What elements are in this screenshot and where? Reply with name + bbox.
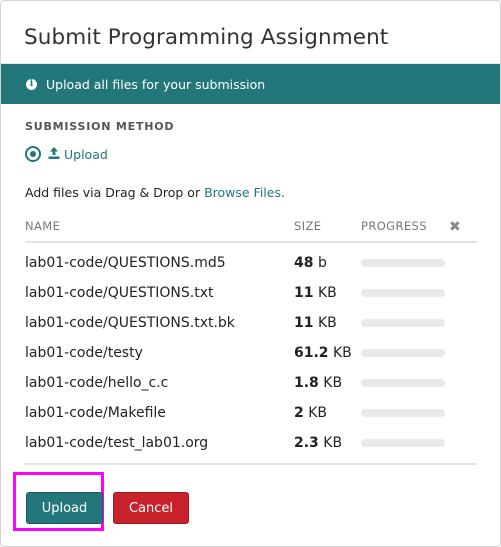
- upload-button[interactable]: Upload: [26, 492, 103, 524]
- dialog-title: Submit Programming Assignment: [24, 25, 389, 50]
- file-size-value: 1.8: [294, 375, 319, 391]
- files-table-body: lab01-code/QUESTIONS.md5 48 b lab01-code/Q…: [25, 249, 477, 465]
- file-size-value: 2.3: [294, 435, 319, 451]
- file-name: lab01-code/Makefile: [25, 405, 166, 421]
- file-size-unit: KB: [333, 345, 352, 361]
- file-name: lab01-code/testy: [25, 345, 143, 361]
- file-size: 2 KB: [294, 405, 327, 421]
- file-size: 11 KB: [294, 315, 337, 331]
- file-name: lab01-code/QUESTIONS.txt.bk: [25, 315, 235, 331]
- table-row: lab01-code/QUESTIONS.txt 11 KB: [25, 279, 477, 309]
- file-size-unit: KB: [323, 375, 343, 391]
- file-name: lab01-code/QUESTIONS.md5: [25, 255, 226, 271]
- progress-bar: [361, 319, 445, 327]
- file-size-unit: KB: [323, 435, 343, 451]
- file-name: lab01-code/hello_c.c: [25, 375, 169, 391]
- info-icon: i: [26, 78, 37, 90]
- table-row: lab01-code/test_lab01.org 2.3 KB: [25, 429, 477, 459]
- file-size-value: 11: [294, 285, 314, 301]
- file-size: 48 b: [294, 255, 327, 271]
- progress-bar: [361, 259, 445, 267]
- file-size-value: 48: [294, 255, 314, 271]
- column-header-progress: PROGRESS: [361, 219, 427, 233]
- radio-selected-icon[interactable]: [25, 146, 41, 162]
- file-size: 11 KB: [294, 285, 337, 301]
- progress-bar: [361, 379, 445, 387]
- column-header-name: NAME: [25, 219, 61, 233]
- file-name: lab01-code/QUESTIONS.txt: [25, 285, 214, 301]
- info-banner-text: Upload all files for your submission: [46, 76, 266, 92]
- file-name: lab01-code/test_lab01.org: [25, 435, 209, 451]
- file-size-unit: b: [317, 255, 327, 271]
- close-icon[interactable]: ✖: [449, 219, 461, 235]
- upload-method-label[interactable]: Upload: [64, 147, 108, 162]
- file-size-unit: KB: [308, 405, 327, 421]
- progress-bar: [361, 409, 445, 417]
- file-size-value: 61.2: [294, 345, 329, 361]
- file-size-unit: KB: [317, 285, 337, 301]
- file-size-value: 2: [294, 405, 304, 421]
- submission-method-label: SUBMISSION METHOD: [25, 120, 175, 133]
- table-row: lab01-code/QUESTIONS.md5 48 b: [25, 249, 477, 279]
- file-size-unit: KB: [317, 315, 337, 331]
- browse-files-link[interactable]: Browse Files.: [204, 185, 285, 200]
- column-header-size: SIZE: [294, 219, 322, 233]
- table-row: lab01-code/hello_c.c 1.8 KB: [25, 369, 477, 399]
- files-table-header: NAME SIZE PROGRESS ✖: [25, 219, 477, 243]
- dialog-footer: Upload Cancel: [12, 472, 189, 535]
- table-row: lab01-code/QUESTIONS.txt.bk 11 KB: [25, 309, 477, 339]
- info-banner: i Upload all files for your submission: [1, 64, 500, 104]
- file-size: 1.8 KB: [294, 375, 342, 391]
- progress-bar: [361, 349, 445, 357]
- upload-method-radio[interactable]: Upload: [25, 146, 108, 162]
- submit-assignment-dialog: Submit Programming Assignment i Upload a…: [0, 0, 501, 547]
- file-size: 61.2 KB: [294, 345, 352, 361]
- add-files-instructions: Add files via Drag & Drop or Browse File…: [25, 185, 285, 200]
- cancel-button[interactable]: Cancel: [113, 492, 189, 524]
- file-size-value: 11: [294, 315, 314, 331]
- file-size: 2.3 KB: [294, 435, 342, 451]
- add-files-text: Add files via Drag & Drop or: [25, 185, 205, 200]
- table-row: lab01-code/testy 61.2 KB: [25, 339, 477, 369]
- table-row: lab01-code/Makefile 2 KB: [25, 399, 477, 429]
- progress-bar: [361, 439, 445, 447]
- upload-icon: [48, 146, 60, 162]
- progress-bar: [361, 289, 445, 297]
